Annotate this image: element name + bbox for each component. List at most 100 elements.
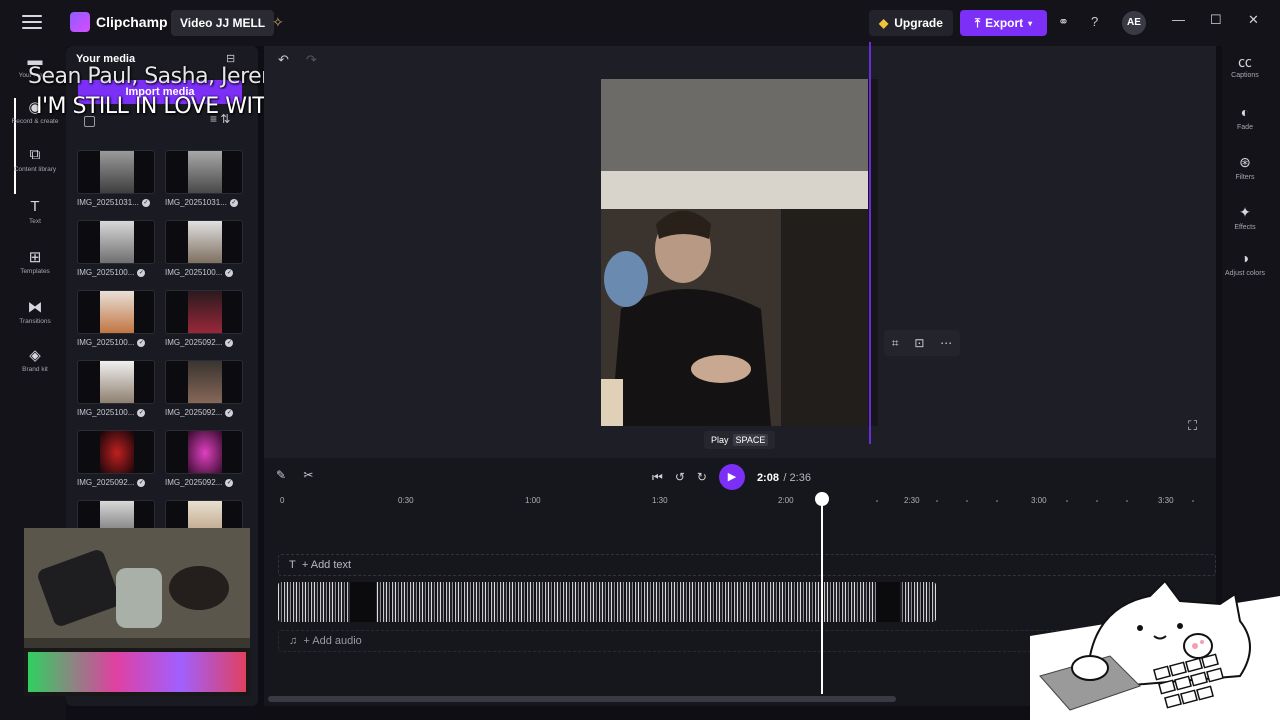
rail-item-transitions[interactable]: ⧓ Transitions bbox=[6, 298, 64, 326]
scissors-icon[interactable]: ✂ bbox=[303, 468, 313, 482]
track-gap bbox=[876, 582, 900, 622]
media-name: IMG_2025092... bbox=[77, 478, 135, 487]
help-icon[interactable]: ? bbox=[1091, 14, 1098, 29]
media-item[interactable]: IMG_2025092... ✓ bbox=[165, 360, 243, 420]
media-thumbnail bbox=[165, 360, 243, 404]
library-icon: ⧉ bbox=[29, 146, 41, 163]
check-icon: ✓ bbox=[137, 268, 146, 277]
video-frame-image bbox=[601, 79, 871, 426]
rail-label: Content library bbox=[13, 166, 57, 173]
check-icon: ✓ bbox=[229, 198, 238, 207]
media-name: IMG_2025092... bbox=[165, 408, 223, 417]
undo-icon[interactable]: ↶ bbox=[278, 52, 289, 68]
media-item[interactable]: IMG_2025100... ✓ bbox=[77, 290, 155, 350]
project-name-field[interactable]: Video JJ MELL bbox=[171, 10, 275, 36]
rail-item-content-library[interactable]: ⧉ Content library bbox=[6, 146, 64, 174]
media-item[interactable]: IMG_20251031... ✓ bbox=[165, 150, 243, 210]
rail-item-filters[interactable]: ⊛ Filters bbox=[1222, 154, 1268, 182]
video-preview[interactable] bbox=[601, 79, 871, 426]
skip-back-icon[interactable]: ⏮ bbox=[652, 470, 663, 485]
maximize-icon[interactable]: ☐ bbox=[1210, 12, 1222, 28]
check-icon: ✓ bbox=[137, 408, 146, 417]
ruler-label: 0:30 bbox=[398, 496, 414, 505]
upload-icon: ⤒ bbox=[974, 15, 981, 30]
text-icon: T bbox=[289, 559, 296, 571]
close-icon[interactable]: ✕ bbox=[1248, 12, 1259, 28]
share-icon[interactable]: ⚭ bbox=[1058, 14, 1069, 30]
music-note-icon: ♫ bbox=[289, 635, 298, 647]
media-item[interactable]: IMG_2025100... ✓ bbox=[77, 360, 155, 420]
media-item[interactable]: IMG_2025100... ✓ bbox=[77, 220, 155, 280]
crop-icon[interactable]: ⌗ bbox=[892, 336, 899, 351]
brand-kit-icon: ◈ bbox=[29, 347, 41, 364]
playhead-handle[interactable] bbox=[815, 492, 829, 506]
rewind-5s-icon[interactable]: ↺ bbox=[675, 470, 685, 484]
ruler-label: 3:30 bbox=[1158, 496, 1174, 505]
video-track[interactable] bbox=[278, 582, 936, 622]
rail-item-brand-kit[interactable]: ◈ Brand kit bbox=[6, 346, 64, 374]
rail-item-fade[interactable]: ◐ Fade bbox=[1222, 104, 1268, 132]
rail-label: Fade bbox=[1237, 124, 1253, 131]
media-thumbnail bbox=[165, 430, 243, 474]
rail-item-captions[interactable]: ㏄ Captions bbox=[1222, 52, 1268, 80]
ruler-dot bbox=[1096, 500, 1098, 502]
rail-item-text[interactable]: T Text bbox=[6, 198, 64, 226]
media-thumbnail bbox=[77, 430, 155, 474]
media-item[interactable]: IMG_2025092... ✓ bbox=[165, 290, 243, 350]
ruler-dot bbox=[1126, 500, 1128, 502]
media-thumbnail bbox=[165, 150, 243, 194]
export-button[interactable]: ⤒ Export ▾ bbox=[960, 10, 1047, 36]
ruler-dot bbox=[876, 500, 878, 502]
rail-label: Adjust colors bbox=[1224, 270, 1266, 277]
upgrade-button[interactable]: ◆ Upgrade bbox=[869, 10, 953, 36]
menu-icon[interactable] bbox=[22, 15, 42, 31]
adjust-colors-icon: ◑ bbox=[1240, 250, 1250, 266]
ruler-label: 0 bbox=[280, 496, 285, 505]
rail-label: Templates bbox=[20, 268, 50, 275]
webcam-image bbox=[24, 528, 250, 696]
rail-label: Filters bbox=[1235, 174, 1255, 181]
current-time: 2:08 bbox=[756, 472, 779, 484]
bongo-cat-overlay bbox=[1030, 576, 1280, 720]
media-thumbnail bbox=[165, 290, 243, 334]
media-item[interactable]: IMG_2025092... ✓ bbox=[77, 430, 155, 490]
rail-item-templates[interactable]: ⊞ Templates bbox=[6, 248, 64, 276]
media-name: IMG_2025100... bbox=[165, 268, 223, 277]
media-item[interactable]: IMG_2025100... ✓ bbox=[165, 220, 243, 280]
media-name: IMG_20251031... bbox=[165, 198, 227, 207]
bongo-cat-icon bbox=[1030, 579, 1280, 720]
export-label: Export bbox=[985, 16, 1024, 30]
forward-5s-icon[interactable]: ↻ bbox=[697, 470, 707, 484]
redo-icon[interactable]: ↷ bbox=[306, 52, 317, 68]
app-name: Clipchamp bbox=[96, 14, 168, 30]
ruler-label: 2:30 bbox=[904, 496, 920, 505]
total-time: / 2:36 bbox=[783, 472, 811, 484]
add-text-label: + Add text bbox=[301, 559, 352, 571]
play-tooltip: Play SPACE bbox=[704, 431, 776, 449]
minimize-icon[interactable]: — bbox=[1172, 12, 1185, 27]
fit-icon[interactable]: ⊡ bbox=[914, 336, 924, 350]
webcam-overlay bbox=[24, 528, 250, 696]
more-icon[interactable]: ⋯ bbox=[940, 336, 952, 350]
rail-item-effects[interactable]: ✦ Effects bbox=[1222, 204, 1268, 232]
add-text-track[interactable]: T + Add text bbox=[278, 554, 1216, 576]
rail-item-adjust-colors[interactable]: ◑ Adjust colors bbox=[1222, 250, 1268, 278]
track-gap bbox=[350, 582, 376, 622]
diamond-icon: ◆ bbox=[879, 16, 889, 30]
horizontal-scrollbar[interactable] bbox=[268, 696, 896, 702]
playhead[interactable] bbox=[821, 494, 823, 694]
avatar[interactable]: AE bbox=[1122, 11, 1146, 35]
rail-label: Effects bbox=[1234, 224, 1256, 231]
check-icon: ✓ bbox=[225, 268, 234, 277]
media-name: IMG_2025092... bbox=[165, 478, 223, 487]
autosave-icon[interactable]: ✧ bbox=[272, 14, 284, 31]
media-item[interactable]: IMG_2025092... ✓ bbox=[165, 430, 243, 490]
ruler-dot bbox=[936, 500, 938, 502]
magic-wand-icon[interactable]: ✎ bbox=[276, 468, 286, 482]
media-item[interactable]: IMG_20251031... ✓ bbox=[77, 150, 155, 210]
timeline-ruler[interactable]: 0 0:30 1:00 1:30 2:00 2:30 3:00 3:30 bbox=[276, 494, 1206, 510]
ruler-label: 1:00 bbox=[525, 496, 541, 505]
fullscreen-icon[interactable]: ⛶ bbox=[1188, 418, 1197, 434]
media-thumbnail bbox=[165, 220, 243, 264]
play-button[interactable]: ▶ bbox=[718, 464, 745, 490]
